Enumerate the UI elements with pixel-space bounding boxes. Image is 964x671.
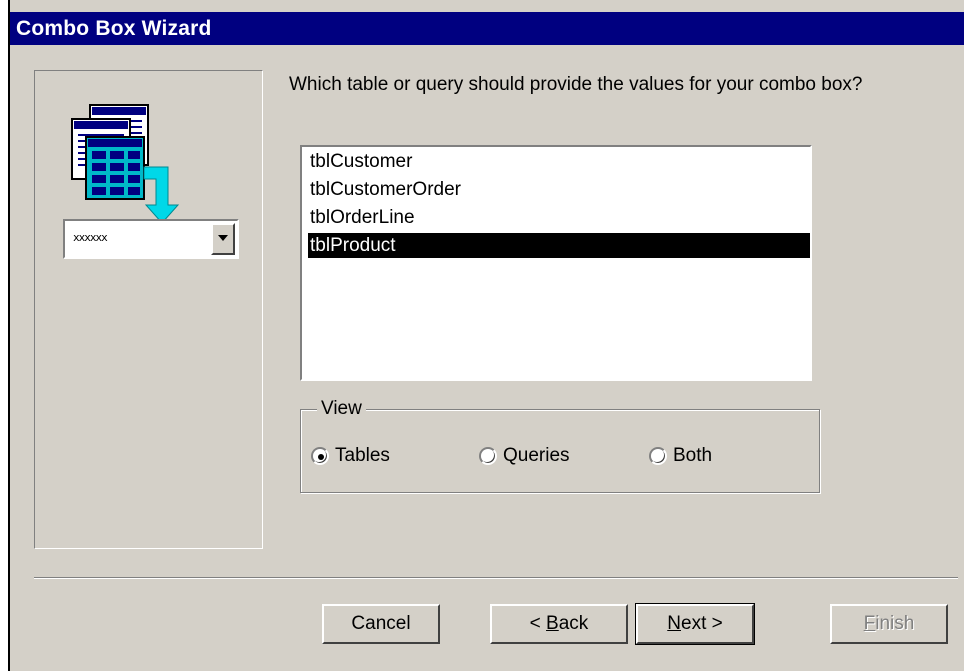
cancel-button[interactable]: Cancel bbox=[322, 604, 440, 644]
radio-queries[interactable]: Queries bbox=[479, 444, 599, 468]
radio-checked-icon bbox=[311, 447, 329, 465]
list-item[interactable]: tblCustomer bbox=[308, 149, 810, 174]
finish-button-accel: F bbox=[863, 613, 876, 634]
radio-both-label: Both bbox=[673, 445, 713, 466]
sample-combo-box: xxxxxx bbox=[63, 219, 239, 259]
table-query-listbox[interactable]: tblCustomer tblCustomerOrder tblOrderLin… bbox=[300, 145, 812, 381]
finish-button[interactable]: Finish bbox=[830, 604, 948, 644]
chevron-down-icon bbox=[218, 235, 228, 241]
radio-unchecked-icon bbox=[479, 447, 497, 465]
radio-tables-label: Tables bbox=[335, 445, 390, 466]
list-item[interactable]: tblCustomerOrder bbox=[308, 177, 810, 202]
radio-tables[interactable]: Tables bbox=[311, 444, 421, 468]
next-button-accel: N bbox=[667, 613, 681, 634]
radio-unchecked-icon bbox=[649, 447, 667, 465]
back-button[interactable]: < Back bbox=[490, 604, 628, 644]
back-button-prefix: < bbox=[529, 613, 547, 634]
next-button[interactable]: Next > bbox=[635, 603, 755, 645]
separator bbox=[34, 577, 958, 579]
window-title: Combo Box Wizard bbox=[16, 17, 212, 40]
view-group: View Tables Queries Both bbox=[300, 397, 820, 493]
title-bar: Combo Box Wizard bbox=[10, 12, 964, 45]
finish-button-rest: inish bbox=[875, 613, 915, 634]
list-item[interactable]: tblOrderLine bbox=[308, 205, 810, 230]
sample-combo-arrow bbox=[211, 223, 235, 255]
next-button-rest: ext > bbox=[681, 613, 723, 634]
sample-combo-value: xxxxxx bbox=[73, 231, 108, 244]
radio-both[interactable]: Both bbox=[649, 444, 739, 468]
list-item-selected[interactable]: tblProduct bbox=[308, 233, 810, 258]
radio-queries-label: Queries bbox=[503, 445, 570, 466]
view-group-legend: View bbox=[317, 397, 366, 421]
back-button-rest: ack bbox=[558, 613, 589, 634]
cancel-button-label: Cancel bbox=[351, 613, 411, 634]
back-button-accel: B bbox=[546, 613, 559, 634]
illustration-panel: xxxxxx bbox=[34, 70, 263, 549]
combo-box-wizard-dialog: Combo Box Wizard xxxxxx Which table or q… bbox=[8, 0, 964, 671]
question-text: Which table or query should provide the … bbox=[289, 74, 863, 95]
